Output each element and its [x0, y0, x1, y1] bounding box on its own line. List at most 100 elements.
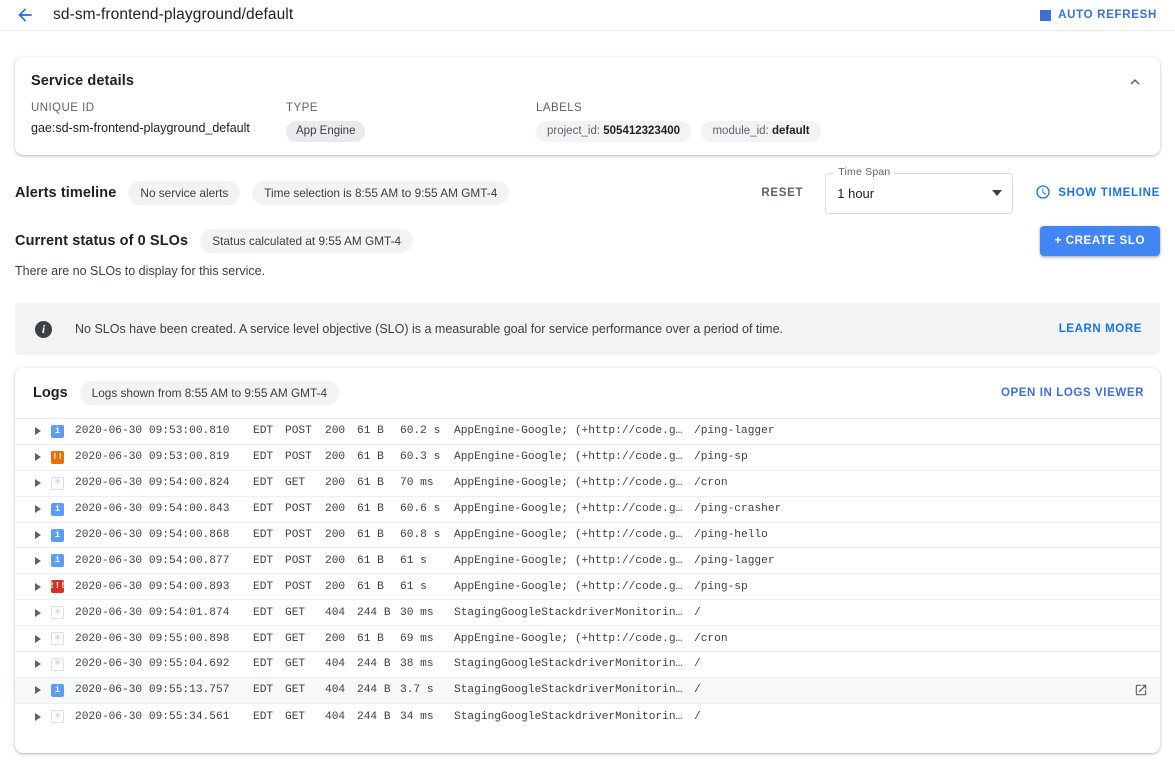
slo-banner-text: No SLOs have been created. A service lev… — [75, 322, 783, 336]
table-row[interactable]: i 2020-06-30 09:54:00.843 EDT POST 200 6… — [15, 497, 1160, 523]
log-timestamp: 2020-06-30 09:54:00.893 — [75, 581, 253, 593]
log-timestamp: 2020-06-30 09:54:00.824 — [75, 477, 253, 489]
log-timestamp: 2020-06-30 09:55:34.561 — [75, 711, 253, 723]
chevron-right-icon[interactable] — [35, 660, 41, 668]
log-timestamp: 2020-06-30 09:55:13.757 — [75, 684, 253, 696]
reset-button[interactable]: RESET — [761, 187, 803, 199]
label-chip-module-id: module_id: default — [701, 121, 820, 142]
chevron-right-icon[interactable] — [35, 531, 41, 539]
log-timezone: EDT — [253, 581, 285, 593]
auto-refresh-checkbox-icon[interactable] — [1040, 10, 1051, 21]
log-status: 200 — [325, 451, 357, 463]
labels-chip-list: project_id: 505412323400 module_id: defa… — [536, 121, 1160, 142]
log-status: 200 — [325, 581, 357, 593]
table-row[interactable]: !!! 2020-06-30 09:54:00.893 EDT POST 200… — [15, 574, 1160, 600]
severity-icon: i — [51, 684, 64, 697]
table-row[interactable]: i 2020-06-30 09:55:13.757 EDT GET 404 24… — [15, 678, 1160, 704]
label-chip-project-id: project_id: 505412323400 — [536, 121, 691, 142]
log-status: 200 — [325, 555, 357, 567]
chevron-right-icon[interactable] — [35, 505, 41, 513]
log-path: /ping-lagger — [684, 425, 904, 437]
log-size: 244 B — [357, 684, 400, 696]
log-latency: 61 s — [400, 581, 454, 593]
log-rows-list: i 2020-06-30 09:53:00.810 EDT POST 200 6… — [15, 419, 1160, 730]
table-row[interactable]: i 2020-06-30 09:54:00.877 EDT POST 200 6… — [15, 548, 1160, 574]
chevron-right-icon[interactable] — [35, 635, 41, 643]
log-timezone: EDT — [253, 658, 285, 670]
chevron-right-icon[interactable] — [35, 427, 41, 435]
log-latency: 60.6 s — [400, 503, 454, 515]
unique-id-field: UNIQUE ID gae:sd-sm-frontend-playground_… — [31, 102, 286, 142]
log-latency: 61 s — [400, 555, 454, 567]
table-row[interactable]: ✱ 2020-06-30 09:55:04.692 EDT GET 404 24… — [15, 652, 1160, 678]
clock-icon — [1035, 184, 1051, 203]
log-path: /cron — [684, 477, 904, 489]
table-row[interactable]: ✱ 2020-06-30 09:55:34.561 EDT GET 404 24… — [15, 704, 1160, 730]
chevron-right-icon[interactable] — [35, 583, 41, 591]
service-details-page: sd-sm-frontend-playground/default AUTO R… — [0, 0, 1175, 768]
show-timeline-button[interactable]: SHOW TIMELINE — [1035, 184, 1160, 203]
auto-refresh-button[interactable]: AUTO REFRESH — [1040, 9, 1161, 21]
table-row[interactable]: i 2020-06-30 09:54:00.868 EDT POST 200 6… — [15, 523, 1160, 549]
no-slos-text: There are no SLOs to display for this se… — [15, 264, 265, 278]
log-status: 200 — [325, 503, 357, 515]
log-user-agent: AppEngine-Google; (+http://code.googl… — [454, 529, 684, 541]
auto-refresh-label: AUTO REFRESH — [1058, 9, 1157, 21]
log-timestamp: 2020-06-30 09:54:00.877 — [75, 555, 253, 567]
chevron-up-icon[interactable] — [1126, 73, 1144, 91]
time-span-value: 1 hour — [837, 186, 874, 201]
log-latency: 30 ms — [400, 607, 454, 619]
chevron-right-icon[interactable] — [35, 609, 41, 617]
learn-more-link[interactable]: LEARN MORE — [1059, 323, 1142, 335]
chevron-right-icon[interactable] — [35, 686, 41, 694]
table-row[interactable]: !! 2020-06-30 09:53:00.819 EDT POST 200 … — [15, 445, 1160, 471]
severity-icon: ✱ — [51, 710, 64, 723]
log-latency: 60.2 s — [400, 425, 454, 437]
log-latency: 3.7 s — [400, 684, 454, 696]
log-path: /ping-sp — [684, 451, 904, 463]
log-status: 404 — [325, 607, 357, 619]
log-method: GET — [285, 607, 325, 619]
chevron-down-icon[interactable] — [992, 190, 1002, 196]
log-size: 61 B — [357, 477, 400, 489]
chevron-right-icon[interactable] — [35, 479, 41, 487]
log-latency: 60.8 s — [400, 529, 454, 541]
log-size: 61 B — [357, 503, 400, 515]
open-in-new-icon[interactable] — [1134, 683, 1148, 697]
severity-icon: !! — [51, 451, 64, 464]
time-span-select[interactable]: Time Span 1 hour — [825, 173, 1013, 214]
label-chip-key: module_id: — [712, 125, 768, 137]
table-row[interactable]: ✱ 2020-06-30 09:55:00.898 EDT GET 200 61… — [15, 626, 1160, 652]
info-icon: i — [35, 321, 52, 338]
log-timezone: EDT — [253, 633, 285, 645]
log-timezone: EDT — [253, 684, 285, 696]
log-path: / — [684, 684, 904, 696]
log-user-agent: AppEngine-Google; (+http://code.googl… — [454, 581, 684, 593]
log-size: 244 B — [357, 658, 400, 670]
log-user-agent: AppEngine-Google; (+http://code.googl… — [454, 633, 684, 645]
chevron-right-icon[interactable] — [35, 453, 41, 461]
log-timestamp: 2020-06-30 09:53:00.810 — [75, 425, 253, 437]
log-status: 200 — [325, 529, 357, 541]
log-method: GET — [285, 711, 325, 723]
log-method: POST — [285, 529, 325, 541]
back-arrow-icon[interactable] — [14, 4, 36, 26]
create-slo-button[interactable]: + CREATE SLO — [1040, 226, 1160, 256]
log-status: 200 — [325, 633, 357, 645]
open-in-logs-viewer-link[interactable]: OPEN IN LOGS VIEWER — [1001, 387, 1144, 399]
chevron-right-icon[interactable] — [35, 713, 41, 721]
top-app-bar: sd-sm-frontend-playground/default AUTO R… — [0, 0, 1175, 31]
label-chip-key: project_id: — [547, 125, 600, 137]
log-user-agent: AppEngine-Google; (+http://code.googl… — [454, 425, 684, 437]
severity-icon: ✱ — [51, 606, 64, 619]
logs-card: Logs Logs shown from 8:55 AM to 9:55 AM … — [15, 368, 1160, 753]
unique-id-value: gae:sd-sm-frontend-playground_default — [31, 121, 286, 135]
alerts-timeline-title: Alerts timeline — [15, 185, 116, 201]
time-span-select-box[interactable]: 1 hour — [825, 173, 1013, 214]
label-chip-value: default — [772, 125, 810, 137]
table-row[interactable]: ✱ 2020-06-30 09:54:01.874 EDT GET 404 24… — [15, 600, 1160, 626]
table-row[interactable]: i 2020-06-30 09:53:00.810 EDT POST 200 6… — [15, 419, 1160, 445]
chevron-right-icon[interactable] — [35, 557, 41, 565]
log-user-agent: StagingGoogleStackdriverMonitoring-Up… — [454, 658, 684, 670]
table-row[interactable]: ✱ 2020-06-30 09:54:00.824 EDT GET 200 61… — [15, 471, 1160, 497]
